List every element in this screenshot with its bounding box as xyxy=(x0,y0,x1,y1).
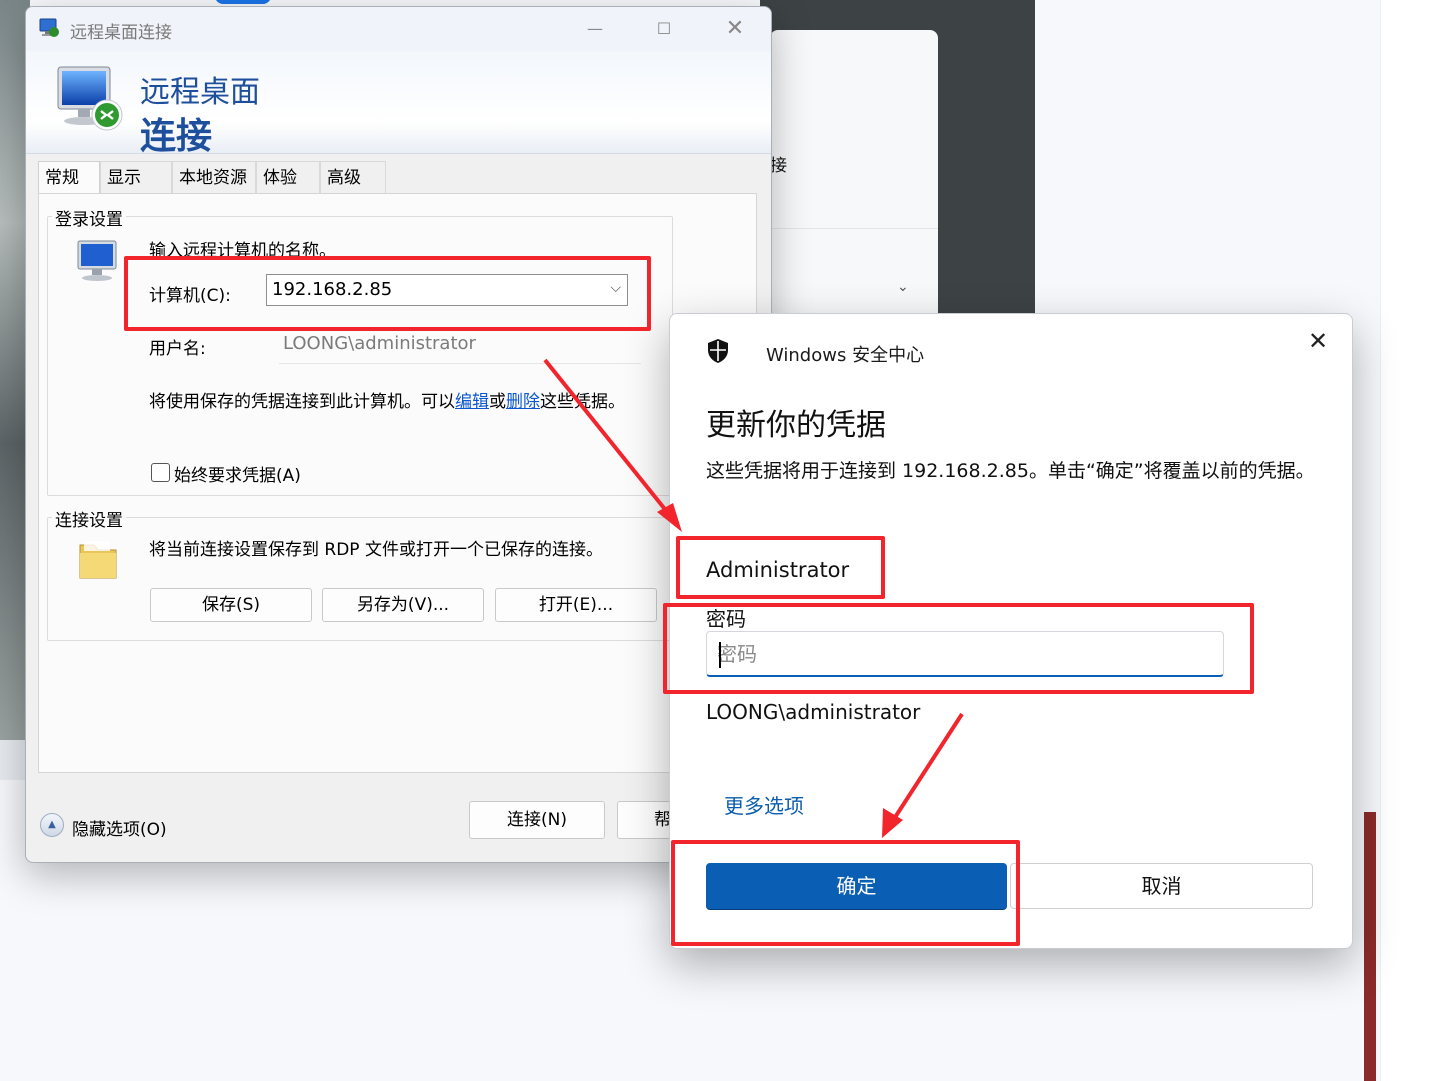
edit-credentials-link[interactable]: 编辑 xyxy=(455,392,489,412)
shield-icon xyxy=(708,339,728,363)
rdp-tabs: 常规 显示 本地资源 体验 高级 xyxy=(38,161,758,195)
highlight-password xyxy=(663,603,1254,694)
connection-settings-label: 连接设置 xyxy=(52,506,126,531)
cancel-button[interactable]: 取消 xyxy=(1010,863,1313,909)
background-panel xyxy=(770,30,938,320)
banner-title-line2: 连接 xyxy=(140,116,213,157)
hide-options-label[interactable]: 隐藏选项(O) xyxy=(72,815,167,840)
open-button[interactable]: 打开(E)... xyxy=(495,588,657,622)
username-display: LOONG\administrator xyxy=(279,329,641,364)
save-button[interactable]: 保存(S) xyxy=(150,588,312,622)
always-ask-label[interactable]: 始终要求凭据(A) xyxy=(174,461,301,486)
background-red-bar xyxy=(1364,812,1376,1081)
collapse-up-icon[interactable]: ▲ xyxy=(40,813,64,837)
security-description: 这些凭据将用于连接到 192.168.2.85。单击“确定”将覆盖以前的凭据。 xyxy=(706,460,1315,482)
banner-title-line1: 远程桌面 xyxy=(140,75,260,110)
delete-credentials-link[interactable]: 删除 xyxy=(506,392,540,412)
rdp-titlebar: 远程桌面连接 — ☐ ✕ xyxy=(26,7,771,51)
save-as-button[interactable]: 另存为(V)... xyxy=(322,588,484,622)
saved-credentials-or: 或 xyxy=(489,392,506,412)
always-ask-checkbox[interactable] xyxy=(151,463,170,482)
minimize-icon[interactable]: — xyxy=(572,13,618,45)
username-label: 用户名: xyxy=(149,339,206,359)
rdp-computer-icon xyxy=(57,66,123,131)
highlight-username xyxy=(676,536,885,599)
username-value: LOONG\administrator xyxy=(283,333,476,354)
close-icon[interactable]: ✕ xyxy=(712,13,758,45)
highlight-ok-button xyxy=(671,840,1020,946)
rdp-computer-small-icon xyxy=(77,240,117,281)
tab-experience[interactable]: 体验 xyxy=(256,161,320,193)
security-heading: 更新你的凭据 xyxy=(706,408,886,443)
rdp-banner: 远程桌面 连接 xyxy=(26,51,771,157)
saved-credentials-prefix: 将使用保存的凭据连接到此计算机。可以 xyxy=(149,392,455,412)
login-settings-label: 登录设置 xyxy=(52,205,126,230)
background-partial-text: 接 xyxy=(770,156,787,176)
background-divider xyxy=(770,228,938,229)
security-app-name: Windows 安全中心 xyxy=(766,345,925,366)
folder-icon xyxy=(79,541,117,579)
background-chevron-down-icon: ⌄ xyxy=(897,279,909,295)
tab-advanced[interactable]: 高级 xyxy=(320,161,386,193)
close-icon[interactable]: ✕ xyxy=(1298,326,1338,356)
background-active-tab xyxy=(215,0,271,4)
tab-display[interactable]: 显示 xyxy=(100,161,172,193)
connect-button[interactable]: 连接(N) xyxy=(469,801,605,839)
highlight-computer-field xyxy=(124,256,651,331)
rdp-window-title: 远程桌面连接 xyxy=(70,23,172,43)
domain-username: LOONG\administrator xyxy=(706,700,921,724)
connection-desc: 将当前连接设置保存到 RDP 文件或打开一个已保存的连接。 xyxy=(149,540,603,560)
more-options-link[interactable]: 更多选项 xyxy=(724,790,804,819)
rdp-window: 远程桌面连接 — ☐ ✕ 远程桌面 连接 常规 显示 本地资源 体验 高级 登录… xyxy=(25,6,772,863)
rdp-app-icon xyxy=(39,18,59,37)
tab-general[interactable]: 常规 xyxy=(38,161,100,195)
saved-credentials-suffix: 这些凭据。 xyxy=(540,392,625,412)
tab-local-resources[interactable]: 本地资源 xyxy=(172,161,256,193)
maximize-icon[interactable]: ☐ xyxy=(641,13,687,45)
background-right-panel xyxy=(1380,0,1434,1081)
saved-credentials-text: 将使用保存的凭据连接到此计算机。可以编辑或删除这些凭据。 xyxy=(149,387,625,412)
